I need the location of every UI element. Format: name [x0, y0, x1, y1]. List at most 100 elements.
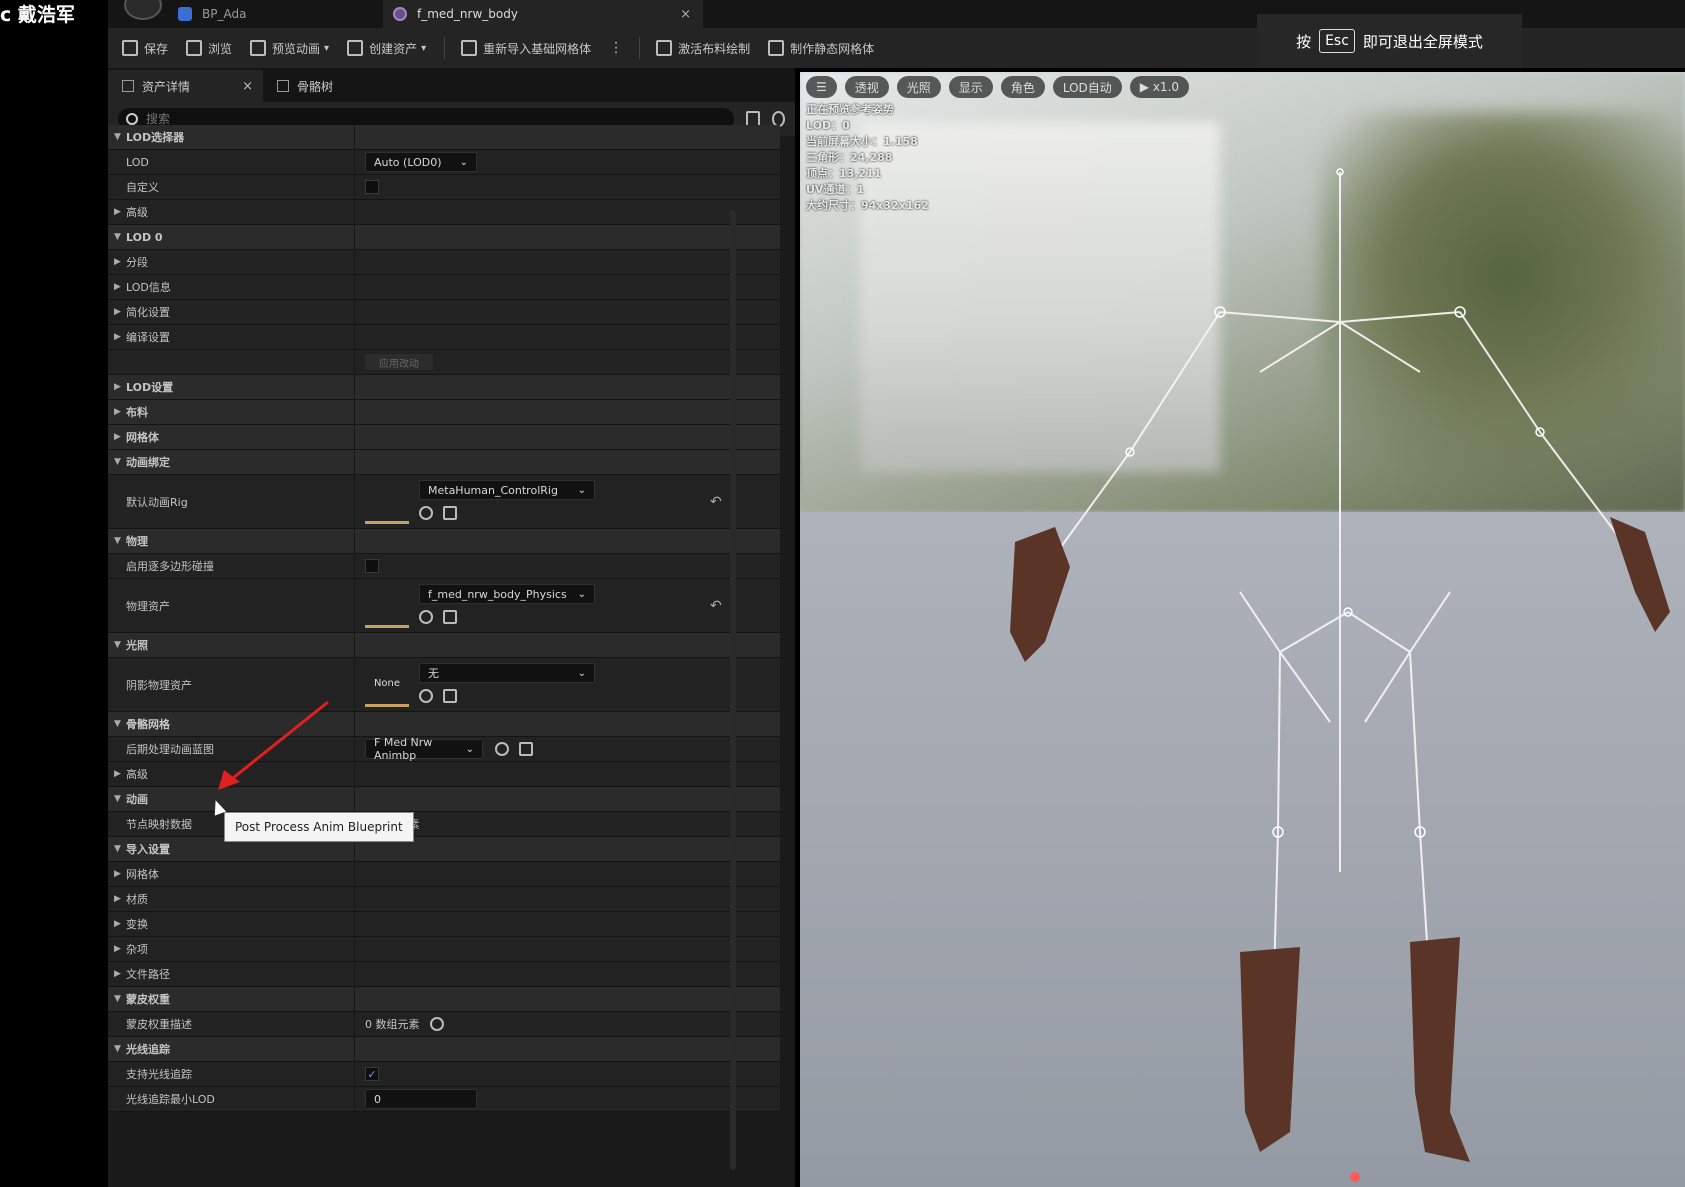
close-icon[interactable]: × [680, 7, 691, 22]
property-row[interactable]: 启用逐多边形碰撞 [108, 554, 780, 579]
property-row[interactable]: 蒙皮权重描述 0 数组元素 [108, 1012, 780, 1037]
property-row[interactable]: 节点映射数据0 数组元素 [108, 812, 780, 837]
reset-to-default-icon[interactable]: ↶ [710, 494, 722, 510]
more-options-icon[interactable]: ⋮ [609, 40, 623, 56]
property-row[interactable]: 物理资产 ↶ f_med_nrw_body_Physics ⌄ [108, 579, 780, 633]
playback-speed-button[interactable]: ▶ x1.0 [1129, 76, 1190, 98]
expanded-arrow-icon[interactable]: ▼ [114, 232, 124, 242]
expanded-arrow-icon[interactable]: ▼ [114, 457, 124, 467]
asset-thumbnail[interactable] [365, 583, 409, 628]
use-selected-icon[interactable] [419, 506, 433, 520]
expanded-arrow-icon[interactable]: ▼ [114, 640, 124, 650]
apply-changes-button[interactable]: 应用改动 [365, 354, 433, 370]
collapsed-arrow-icon[interactable]: ▶ [114, 282, 124, 292]
use-selected-icon[interactable] [419, 689, 433, 703]
save-button[interactable]: 保存 [122, 40, 168, 57]
checkbox[interactable]: ✓ [365, 1067, 379, 1081]
browse-folder-icon[interactable] [443, 689, 457, 703]
category-row[interactable]: ▶ LOD设置 [108, 375, 780, 400]
browse-folder-icon[interactable] [443, 610, 457, 624]
expanded-arrow-icon[interactable]: ▼ [114, 1044, 124, 1054]
collapsed-arrow-icon[interactable]: ▶ [114, 869, 124, 879]
subcategory-row[interactable]: ▶ 网格体 [108, 862, 780, 887]
make-static-mesh-button[interactable]: 制作静态网格体 [768, 40, 874, 57]
asset-thumbnail[interactable] [365, 479, 409, 524]
lighting-button[interactable]: 光照 [896, 76, 941, 98]
tab-asset-details[interactable]: 资产详情 × [108, 70, 263, 102]
lod-auto-button[interactable]: LOD自动 [1052, 76, 1122, 98]
category-row[interactable]: ▼ 光照 [108, 633, 780, 658]
category-row[interactable]: ▼ 物理 [108, 529, 780, 554]
property-row[interactable]: 光线追踪最小LOD 0 [108, 1087, 780, 1112]
subcategory-row[interactable]: ▶ 简化设置 [108, 300, 780, 325]
category-row[interactable]: ▶ 布料 [108, 400, 780, 425]
subcategory-row[interactable]: ▶ 文件路径 [108, 962, 780, 987]
property-row[interactable]: 默认动画Rig ↶ MetaHuman_ControlRig ⌄ [108, 475, 780, 529]
asset-thumbnail[interactable]: None [365, 662, 409, 707]
subcategory-row[interactable]: ▶ 高级 [108, 200, 780, 225]
expanded-arrow-icon[interactable]: ▼ [114, 794, 124, 804]
close-icon[interactable]: × [242, 79, 253, 94]
use-selected-icon[interactable] [495, 742, 509, 756]
preview-animation-button[interactable]: 预览动画 ▾ [250, 40, 329, 57]
asset-picker-combo[interactable]: MetaHuman_ControlRig ⌄ [419, 480, 595, 500]
collapsed-arrow-icon[interactable]: ▶ [114, 969, 124, 979]
property-row[interactable]: 应用改动 [108, 350, 780, 375]
category-row[interactable]: ▶ 网格体 [108, 425, 780, 450]
collapsed-arrow-icon[interactable]: ▶ [114, 307, 124, 317]
unreal-logo-icon[interactable] [124, 0, 162, 20]
expanded-arrow-icon[interactable]: ▼ [114, 844, 124, 854]
subcategory-row[interactable]: ▶ 分段 [108, 250, 780, 275]
checkbox[interactable] [365, 559, 379, 573]
tab-skeleton-tree[interactable]: 骨骼树 [263, 70, 347, 102]
search-input[interactable] [146, 112, 706, 126]
category-row[interactable]: ▼ LOD 0 [108, 225, 780, 250]
perspective-button[interactable]: 透视 [844, 76, 889, 98]
collapsed-arrow-icon[interactable]: ▶ [114, 894, 124, 904]
use-selected-icon[interactable] [419, 610, 433, 624]
collapsed-arrow-icon[interactable]: ▶ [114, 432, 124, 442]
create-asset-button[interactable]: 创建资产 ▾ [347, 40, 426, 57]
collapsed-arrow-icon[interactable]: ▶ [114, 207, 124, 217]
expanded-arrow-icon[interactable]: ▼ [114, 536, 124, 546]
collapsed-arrow-icon[interactable]: ▶ [114, 332, 124, 342]
browse-folder-icon[interactable] [443, 506, 457, 520]
category-row[interactable]: ▼ 蒙皮权重 [108, 987, 780, 1012]
asset-picker-combo[interactable]: 无 ⌄ [419, 663, 595, 683]
collapsed-arrow-icon[interactable]: ▶ [114, 257, 124, 267]
category-row[interactable]: ▼ LOD选择器 [108, 125, 780, 150]
collapsed-arrow-icon[interactable]: ▶ [114, 944, 124, 954]
document-tab-bp-ada[interactable]: BP_Ada [178, 0, 390, 28]
reimport-base-mesh-button[interactable]: 重新导入基础网格体 [461, 40, 591, 57]
scrollbar[interactable] [730, 210, 736, 1170]
category-row[interactable]: ▼ 导入设置 [108, 837, 780, 862]
checkbox[interactable] [365, 180, 379, 194]
reset-to-default-icon[interactable]: ↶ [710, 598, 722, 614]
subcategory-row[interactable]: ▶ 杂项 [108, 937, 780, 962]
preview-viewport[interactable]: ☰ 透视 光照 显示 角色 LOD自动 ▶ x1.0 正在预览参考姿势 LOD：… [800, 72, 1685, 1187]
asset-picker-combo[interactable]: f_med_nrw_body_Physics ⌄ [419, 584, 595, 604]
dropdown-combo[interactable]: F Med Nrw Animbp ⌄ [365, 736, 483, 762]
expanded-arrow-icon[interactable]: ▼ [114, 719, 124, 729]
viewport-menu-icon[interactable]: ☰ [806, 76, 837, 98]
browse-folder-icon[interactable] [519, 742, 533, 756]
activate-cloth-paint-button[interactable]: 激活布料绘制 [656, 40, 750, 57]
property-row[interactable]: 支持光线追踪 ✓ [108, 1062, 780, 1087]
property-row[interactable]: 自定义 [108, 175, 780, 200]
browse-button[interactable]: 浏览 [186, 40, 232, 57]
show-button[interactable]: 显示 [948, 76, 993, 98]
character-button[interactable]: 角色 [1000, 76, 1045, 98]
document-tab-body[interactable]: f_med_nrw_body × [383, 0, 703, 28]
expanded-arrow-icon[interactable]: ▼ [114, 132, 124, 142]
subcategory-row[interactable]: ▶ 编译设置 [108, 325, 780, 350]
dropdown-combo[interactable]: Auto (LOD0) ⌄ [365, 152, 477, 172]
subcategory-row[interactable]: ▶ 材质 [108, 887, 780, 912]
category-row[interactable]: ▼ 光线追踪 [108, 1037, 780, 1062]
number-input[interactable]: 0 [365, 1089, 477, 1109]
collapsed-arrow-icon[interactable]: ▶ [114, 407, 124, 417]
add-element-icon[interactable] [429, 1017, 444, 1031]
collapsed-arrow-icon[interactable]: ▶ [114, 382, 124, 392]
category-row[interactable]: ▼ 动画绑定 [108, 450, 780, 475]
expanded-arrow-icon[interactable]: ▼ [114, 994, 124, 1004]
property-row[interactable]: LOD Auto (LOD0) ⌄ [108, 150, 780, 175]
